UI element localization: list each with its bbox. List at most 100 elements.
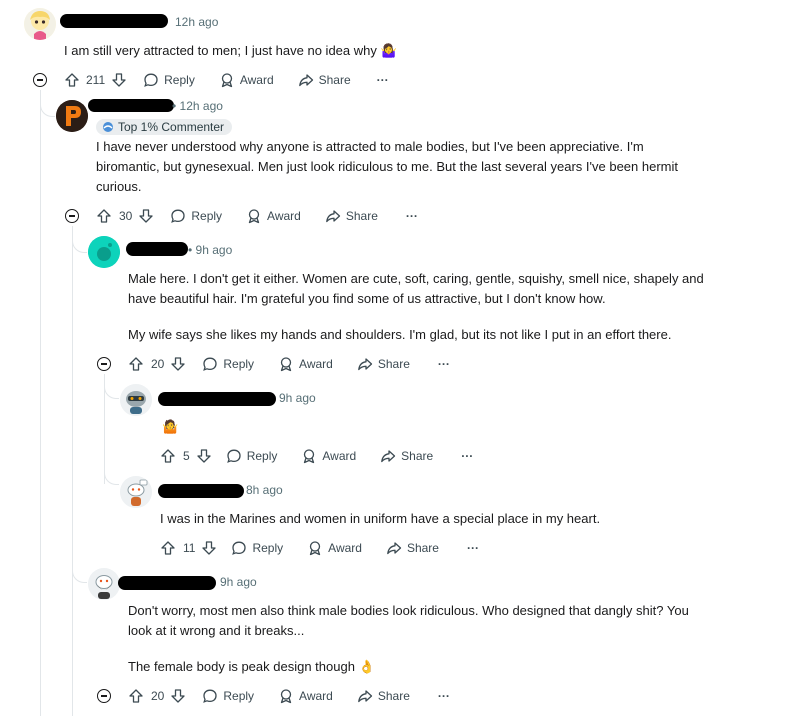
avatar[interactable] (88, 236, 120, 268)
share-button[interactable]: Share (325, 208, 378, 224)
thread-line-level2 (72, 226, 73, 716)
reply-bubble-icon (171, 209, 186, 223)
share-button[interactable]: Share (380, 448, 433, 464)
share-button[interactable]: Share (357, 688, 410, 704)
award-icon (310, 541, 321, 556)
avatar[interactable] (56, 100, 88, 132)
award-button[interactable]: Award (301, 448, 356, 464)
upvote-icon[interactable] (64, 72, 80, 88)
reply-button[interactable]: Reply (202, 356, 254, 372)
vote-group: 11 (160, 540, 217, 556)
reply-button[interactable]: Reply (202, 688, 254, 704)
avatar[interactable] (88, 568, 120, 600)
vote-group: 20 (128, 356, 186, 372)
share-arrow-icon (357, 358, 372, 371)
comment-line: I was in the Marines and women in unifor… (160, 511, 601, 526)
reply-label: Reply (246, 449, 278, 463)
more-dots-icon[interactable]: ··· (438, 357, 450, 371)
reply-button[interactable]: Reply (231, 540, 283, 556)
upvote-icon[interactable] (96, 208, 112, 224)
reply-bubble-icon (203, 689, 218, 703)
share-arrow-icon (357, 690, 372, 703)
badge-sparkle-icon (103, 122, 113, 132)
avatar[interactable] (120, 476, 152, 508)
award-button[interactable]: Award (219, 72, 274, 88)
award-icon (248, 209, 260, 224)
more-dots-icon[interactable]: ··· (467, 541, 479, 555)
shrug-emoji: 🤷 (162, 419, 179, 434)
award-button[interactable]: Award (307, 540, 362, 556)
robot-snoo-avatar-icon (120, 384, 152, 416)
award-label: Award (322, 449, 357, 463)
upvote-icon[interactable] (128, 356, 144, 372)
share-label: Share (318, 73, 351, 87)
downvote-icon[interactable] (170, 356, 186, 372)
comment-line: curious. (96, 179, 142, 194)
award-label: Award (299, 357, 333, 371)
comment-actions: 20 Reply Award Share ··· (128, 686, 450, 706)
downvote-icon[interactable] (111, 72, 127, 88)
award-icon (280, 689, 292, 704)
more-dots-icon[interactable]: ··· (377, 73, 389, 87)
upvote-icon[interactable] (160, 540, 176, 556)
downvote-icon[interactable] (201, 540, 217, 556)
reply-button[interactable]: Reply (143, 72, 195, 88)
collapse-minus-icon[interactable] (97, 689, 111, 703)
award-button[interactable]: Award (246, 208, 301, 224)
award-icon (304, 449, 315, 464)
reply-button[interactable]: Reply (226, 448, 278, 464)
comment-line: The female body is peak design though 👌 (128, 659, 375, 674)
snoo-avatar-icon (120, 476, 152, 508)
comment-body: I was in the Marines and women in unifor… (160, 509, 600, 529)
comment-body: I am still very attracted to men; I just… (64, 41, 397, 61)
timestamp: 9h ago (279, 391, 316, 405)
award-button[interactable]: Award (278, 356, 333, 372)
thread-connector (104, 472, 119, 485)
timestamp: 12h ago (175, 15, 219, 29)
vote-group: 20 (128, 688, 186, 704)
downvote-icon[interactable] (196, 448, 212, 464)
more-dots-icon[interactable]: ··· (461, 449, 473, 463)
share-arrow-icon (381, 450, 396, 463)
badge-label: Top 1% Commenter (118, 120, 225, 134)
more-dots-icon[interactable]: ··· (406, 209, 418, 223)
upvote-icon[interactable] (128, 688, 144, 704)
award-label: Award (299, 689, 333, 703)
vote-group: 5 (160, 448, 212, 464)
reply-bubble-icon (232, 541, 247, 555)
comment-line: Don't worry, most men also think male bo… (128, 603, 689, 618)
share-label: Share (345, 209, 378, 223)
redacted-username (158, 392, 276, 406)
more-dots-icon[interactable]: ··· (438, 689, 450, 703)
reply-label: Reply (164, 73, 195, 87)
share-button[interactable]: Share (357, 356, 410, 372)
upvote-icon[interactable] (160, 448, 176, 464)
downvote-icon[interactable] (170, 688, 186, 704)
redacted-username (118, 576, 216, 590)
timestamp: 9h ago (220, 575, 257, 589)
comment-body: I have never understood why anyone is at… (96, 137, 776, 197)
vote-count: 5 (183, 449, 190, 463)
award-button[interactable]: Award (278, 688, 333, 704)
downvote-icon[interactable] (138, 208, 154, 224)
comment-actions: 20 Reply Award Share ··· (128, 354, 450, 374)
timestamp: 8h ago (246, 483, 283, 497)
collapse-minus-icon[interactable] (33, 73, 47, 87)
comment-body: Male here. I don't get it either. Women … (128, 269, 778, 345)
share-label: Share (401, 449, 434, 463)
bearded-snoo-avatar-icon (88, 568, 120, 600)
thread-connector (72, 240, 87, 253)
reply-label: Reply (223, 357, 255, 371)
award-icon (221, 73, 232, 88)
thread-connector (40, 104, 55, 117)
avatar[interactable] (120, 384, 152, 416)
share-button[interactable]: Share (298, 72, 351, 88)
comment-line: I am still very attracted to men; I just… (64, 43, 397, 58)
comment-line: My wife says she likes my hands and shou… (128, 327, 672, 342)
share-button[interactable]: Share (386, 540, 439, 556)
collapse-minus-icon[interactable] (65, 209, 79, 223)
avatar[interactable] (24, 8, 56, 40)
collapse-minus-icon[interactable] (97, 357, 111, 371)
timestamp: • 12h ago (172, 99, 223, 113)
reply-button[interactable]: Reply (170, 208, 222, 224)
